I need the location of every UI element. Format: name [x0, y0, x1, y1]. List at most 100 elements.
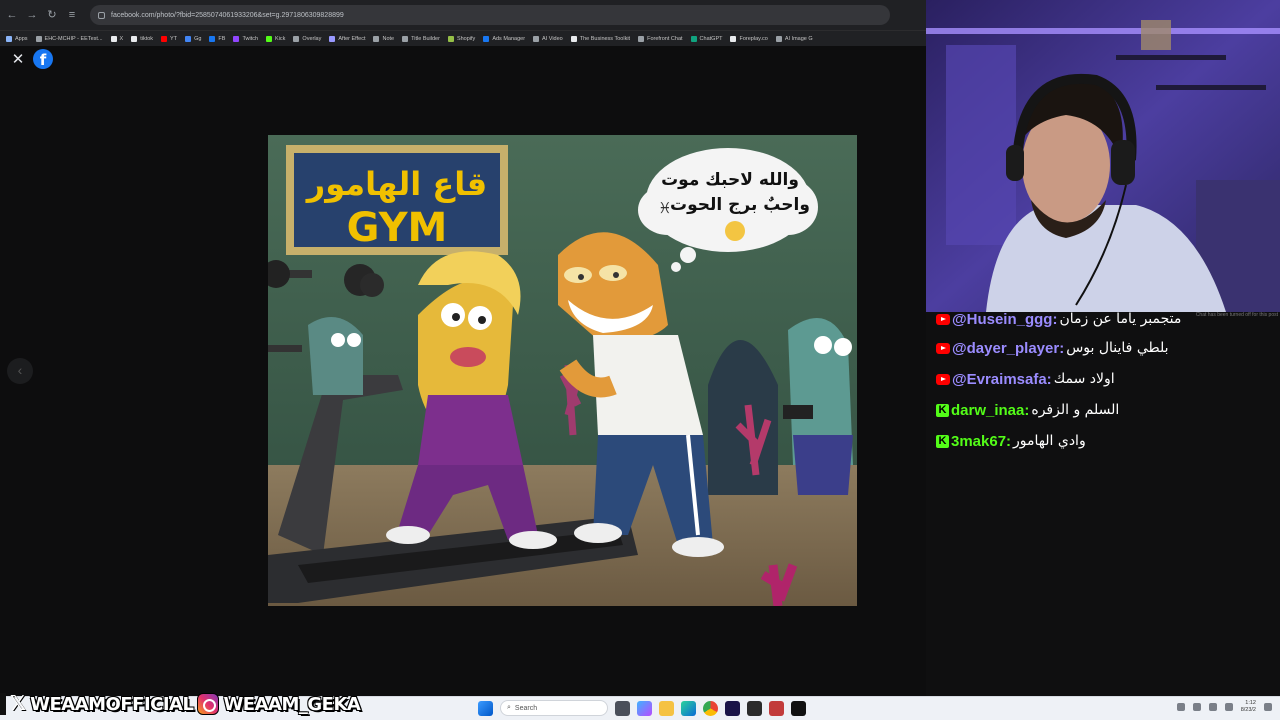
system-tray: 1:12 8/23/2 [1176, 700, 1272, 714]
photo-viewer: ✕ f ‹ قاع الهامور GYM والله لاحبك موت وا… [0, 46, 926, 696]
bookmark-item[interactable]: Gg [185, 35, 201, 42]
file-explorer-icon[interactable] [659, 700, 674, 716]
chat-text: وادي الهامور [1013, 433, 1086, 449]
chat-message: @dayer_player: بلطي فاينال بوس [936, 337, 1169, 359]
bookmark-favicon-icon [447, 35, 454, 42]
back-arrow-icon[interactable]: ← [6, 9, 18, 21]
bookmark-item[interactable]: tiktok [131, 35, 153, 42]
x-logo-icon: 𝕏 [10, 693, 27, 715]
close-icon[interactable]: ✕ [10, 52, 26, 68]
meme-illustration: قاع الهامور GYM والله لاحبك موت واحبٌ بر… [268, 135, 857, 606]
address-bar[interactable]: facebook.com/photo/?fbid=258507406193320… [90, 5, 890, 25]
bookmark-item[interactable]: Twitch [233, 35, 259, 42]
edge-browser-icon[interactable] [681, 700, 696, 716]
facebook-logo-icon[interactable]: f [33, 49, 53, 69]
chat-message: @Husein_ggg: متجمبر ياما عن زمان [936, 308, 1181, 330]
chat-text: السلم و الزفره [1031, 402, 1120, 418]
bookmark-item[interactable]: Note [373, 35, 395, 42]
previous-photo-button[interactable]: ‹ [7, 358, 33, 384]
pisces-symbol: ♓ [658, 199, 671, 217]
bookmark-item[interactable]: Forefront Chat [638, 35, 683, 42]
clock-time: 1:12 [1245, 700, 1256, 706]
chat-message: K 3mak67: وادي الهامور [936, 430, 1086, 452]
bookmark-item[interactable]: ChatGPT [690, 35, 723, 42]
task-view-icon[interactable] [615, 700, 630, 716]
tiktok-icon[interactable] [791, 700, 806, 716]
volume-icon[interactable] [1208, 703, 1217, 711]
youtube-icon [936, 373, 950, 385]
bookmark-label: Kick [275, 35, 286, 42]
bookmark-item[interactable]: Kick [266, 35, 286, 42]
search-icon: ⌕ [507, 704, 511, 711]
browser-toolbar: ← → ↻ ≡ facebook.com/photo/?fbid=2585074… [0, 0, 926, 30]
bookmark-favicon-icon [293, 35, 300, 42]
bookmark-favicon-icon [6, 35, 12, 42]
bookmark-label: Note [382, 35, 395, 42]
bookmark-label: YT [170, 35, 178, 42]
meme-image: قاع الهامور GYM والله لاحبك موت واحبٌ بر… [268, 135, 857, 606]
clock-date: 8/23/2 [1240, 707, 1256, 713]
social-handles-overlay: 𝕏 WEAAMOFFICIAL WEAAM_GEKA [0, 689, 361, 719]
notifications-icon[interactable] [1264, 703, 1272, 711]
bookmark-favicon-icon [266, 35, 273, 42]
bookmark-label: AI Image G [784, 35, 813, 42]
forward-arrow-icon[interactable]: → [26, 9, 38, 21]
battery-icon[interactable] [1224, 703, 1233, 711]
bookmark-favicon-icon [35, 35, 42, 42]
premiere-icon[interactable] [725, 700, 740, 716]
chrome-icon[interactable] [703, 700, 718, 716]
app-icon[interactable] [769, 700, 784, 716]
taskbar-search[interactable]: ⌕ Search [500, 700, 608, 716]
screen: ← → ↻ ≡ facebook.com/photo/?fbid=2585074… [0, 0, 1280, 720]
webcam-feed [926, 0, 1280, 312]
bookmark-label: ChatGPT [699, 35, 723, 42]
site-info-icon[interactable] [98, 11, 105, 19]
bookmark-item[interactable]: YT [161, 35, 178, 42]
copilot-icon[interactable] [637, 700, 652, 716]
bookmark-favicon-icon [533, 35, 540, 42]
bookmark-label: Forefront Chat [647, 35, 683, 42]
bookmark-favicon-icon [110, 35, 117, 42]
bookmark-item[interactable]: AI Image G [775, 35, 813, 42]
bookmark-item[interactable]: Foreplay.co [730, 35, 768, 42]
bookmark-favicon-icon [233, 35, 240, 42]
bookmark-item[interactable]: Title Builder [402, 35, 440, 42]
bookmark-item[interactable]: X [110, 35, 123, 42]
clock[interactable]: 1:12 8/23/2 [1241, 700, 1256, 714]
bookmark-item[interactable]: The Business Toolkit [570, 35, 631, 42]
bookmark-label: Shopify [456, 35, 476, 42]
bookmark-item[interactable]: Overlay [293, 35, 321, 42]
tune-icon[interactable]: ≡ [66, 9, 78, 21]
bookmark-favicon-icon [775, 35, 782, 42]
taskbar-apps: ⌕ Search [478, 700, 806, 716]
bookmark-favicon-icon [483, 35, 490, 42]
bookmark-item[interactable]: After Effect [329, 35, 366, 42]
bookmark-label: Apps [15, 35, 28, 42]
sign-arabic-text: قاع الهامور [305, 165, 487, 203]
bookmark-item[interactable]: EHC-MCHIP - EETest... [35, 35, 103, 42]
instagram-handle: WEAAM_GEKA [223, 693, 361, 715]
tray-chevron-icon[interactable] [1176, 703, 1185, 711]
chat-username: @Husein_ggg: [952, 310, 1058, 328]
obs-icon[interactable] [747, 700, 762, 716]
bookmark-favicon-icon [638, 35, 645, 42]
bookmark-label: Twitch [242, 35, 259, 42]
instagram-icon [197, 693, 220, 715]
bookmark-label: The Business Toolkit [579, 35, 631, 42]
bookmark-item[interactable]: FB [209, 35, 226, 42]
chat-username: @dayer_player: [952, 339, 1065, 357]
bookmark-item[interactable]: AI Video [533, 35, 563, 42]
windows-start-icon[interactable] [478, 700, 493, 716]
bookmark-label: FB [218, 35, 226, 42]
bookmarks-bar: Apps EHC-MCHIP - EETest... Xtiktok YT Gg FB Tw… [0, 30, 926, 46]
bookmark-label: After Effect [338, 35, 366, 42]
reload-icon[interactable]: ↻ [46, 9, 58, 21]
network-icon[interactable] [1192, 703, 1201, 711]
chat-username: @Evraimsafa: [952, 370, 1052, 388]
bookmark-item[interactable]: Apps [6, 35, 28, 42]
bookmark-favicon-icon [185, 35, 192, 42]
bookmark-item[interactable]: Ads Manager [483, 35, 526, 42]
bookmark-label: Ads Manager [492, 35, 526, 42]
chat-username: 3mak67: [951, 432, 1012, 450]
bookmark-item[interactable]: Shopify [447, 35, 476, 42]
